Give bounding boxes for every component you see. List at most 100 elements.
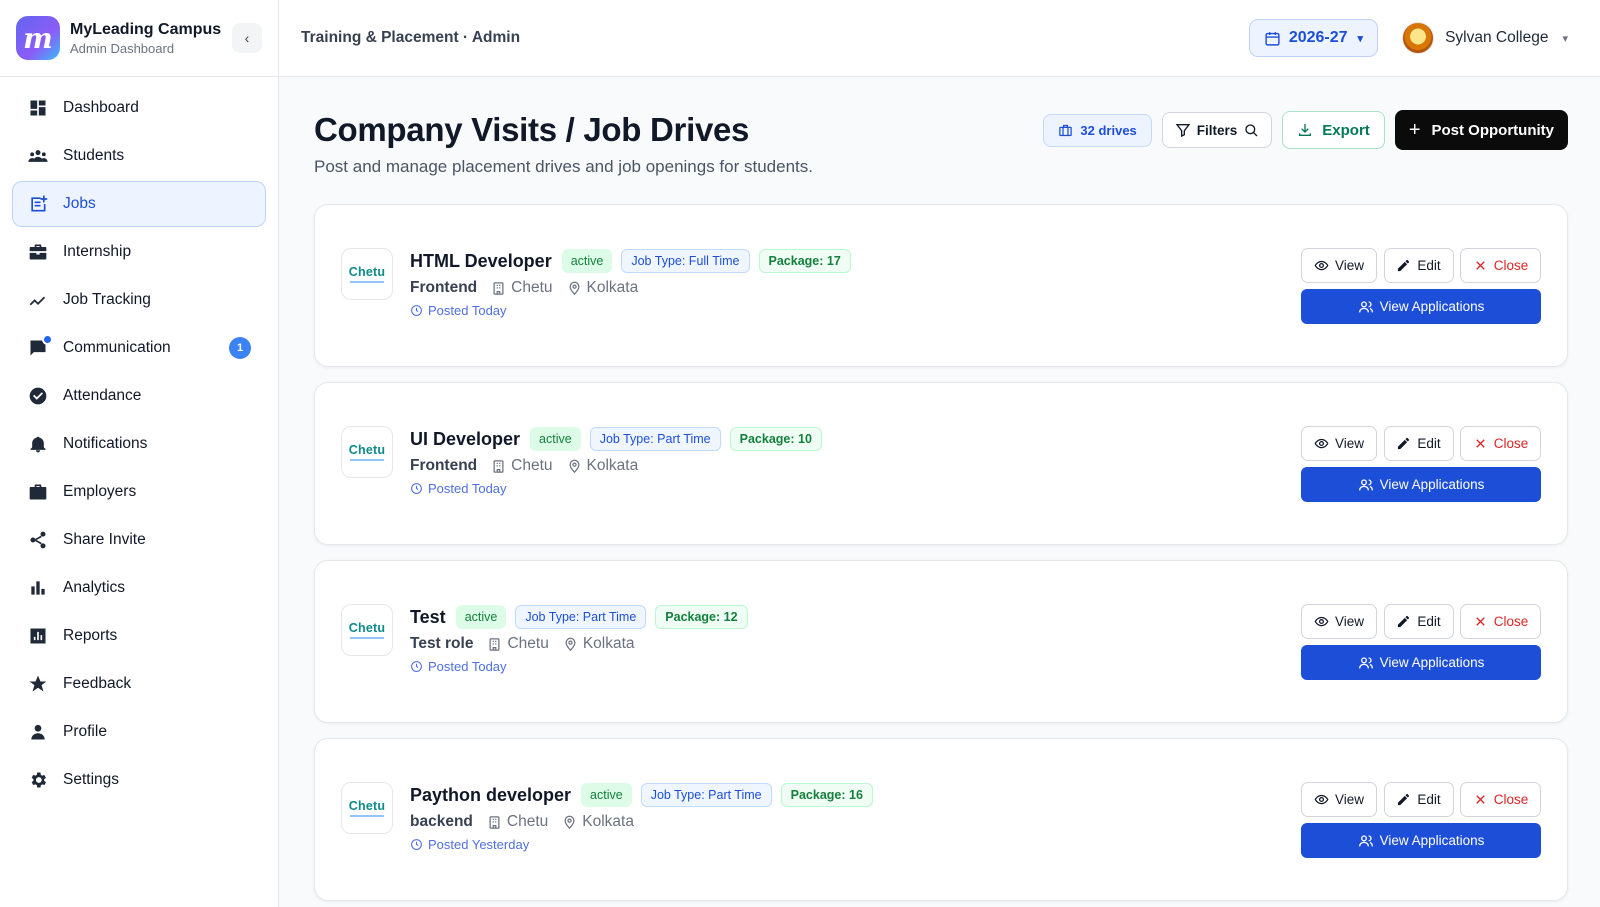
job-location: Kolkata <box>586 457 639 474</box>
job-title: Test <box>410 606 446 627</box>
company-logo: Chetu <box>341 426 393 478</box>
view-applications-button[interactable]: View Applications <box>1301 467 1541 502</box>
share-icon <box>27 529 49 551</box>
view-button[interactable]: View <box>1301 426 1377 461</box>
header-actions: 32 drives Filters Export + Post Opportun… <box>1043 110 1568 150</box>
bell-icon <box>27 433 49 455</box>
view-applications-button[interactable]: View Applications <box>1301 645 1541 680</box>
brand-subtitle: Admin Dashboard <box>70 40 175 56</box>
job-title: Paython developer <box>410 784 572 805</box>
sidebar-collapse-button[interactable]: ‹ <box>232 23 262 53</box>
status-badge: active <box>581 783 632 807</box>
view-button[interactable]: View <box>1301 604 1377 639</box>
job-type-badge: Job Type: Part Time <box>640 783 772 807</box>
drives-count: 32 drives <box>1080 122 1137 138</box>
export-button[interactable]: Export <box>1282 111 1385 149</box>
edit-button[interactable]: Edit <box>1383 604 1454 639</box>
clock-icon <box>411 661 422 672</box>
sidebar-item-settings[interactable]: Settings <box>12 757 266 803</box>
view-button[interactable]: View <box>1301 782 1377 817</box>
sidebar-item-label: Reports <box>63 627 118 644</box>
close-button[interactable]: Close <box>1460 782 1541 817</box>
eye-icon <box>1314 794 1329 805</box>
sidebar-item-feedback[interactable]: Feedback <box>12 661 266 707</box>
close-button[interactable]: Close <box>1460 426 1541 461</box>
location-pin-icon <box>564 815 575 829</box>
sidebar-item-reports[interactable]: Reports <box>12 613 266 659</box>
posted-time: Posted Today <box>428 659 507 674</box>
job-location: Kolkata <box>586 279 639 296</box>
users-icon <box>1358 656 1373 668</box>
drives-count-badge: 32 drives <box>1043 113 1152 147</box>
sidebar-item-label: Communication <box>63 339 171 356</box>
sidebar-item-dashboard[interactable]: Dashboard <box>12 85 266 131</box>
export-label: Export <box>1322 121 1370 139</box>
sidebar-item-label: Feedback <box>63 675 132 692</box>
trend-icon <box>27 289 49 311</box>
location-pin-icon <box>569 281 580 295</box>
sidebar-item-share-invite[interactable]: Share Invite <box>12 517 266 563</box>
eye-icon <box>1314 616 1329 627</box>
gear-icon <box>27 769 49 791</box>
page-subtitle: Post and manage placement drives and job… <box>314 157 813 176</box>
sidebar-item-notifications[interactable]: Notifications <box>12 421 266 467</box>
eye-icon <box>1314 260 1329 271</box>
sidebar-item-label: Profile <box>63 723 107 740</box>
person-icon <box>27 721 49 743</box>
brand-name: MyLeading Campus <box>70 20 222 38</box>
plus-icon: + <box>1408 119 1421 141</box>
post-opportunity-label: Post Opportunity <box>1431 121 1555 139</box>
posted-time: Posted Today <box>428 303 507 318</box>
view-applications-button[interactable]: View Applications <box>1301 289 1541 324</box>
edit-button[interactable]: Edit <box>1383 426 1454 461</box>
company-name: Chetu <box>511 457 553 474</box>
chevron-down-icon: ▾ <box>1562 32 1568 45</box>
edit-button[interactable]: Edit <box>1383 248 1454 283</box>
job-card: Chetu Test active Job Type: Part Time Pa… <box>314 560 1568 723</box>
college-switcher[interactable]: Sylvan College ▾ <box>1402 22 1568 54</box>
view-applications-button[interactable]: View Applications <box>1301 823 1541 858</box>
view-button[interactable]: View <box>1301 248 1377 283</box>
package-badge: Package: 10 <box>729 427 822 451</box>
job-card: Chetu Paython developer active Job Type:… <box>314 738 1568 901</box>
sidebar-item-profile[interactable]: Profile <box>12 709 266 755</box>
sidebar-item-jobs[interactable]: Jobs <box>12 181 266 227</box>
close-button[interactable]: Close <box>1460 248 1541 283</box>
job-title: UI Developer <box>410 428 521 449</box>
academic-year-select[interactable]: 2026-27 ▾ <box>1248 19 1379 57</box>
jobs-icon <box>27 193 49 215</box>
sidebar-item-communication[interactable]: Communication 1 <box>12 325 266 371</box>
posted-time: Posted Yesterday <box>428 837 530 852</box>
dashboard-icon <box>27 97 49 119</box>
sidebar-item-job-tracking[interactable]: Job Tracking <box>12 277 266 323</box>
close-button[interactable]: Close <box>1460 604 1541 639</box>
job-location: Kolkata <box>582 813 634 830</box>
eye-icon <box>1314 438 1329 449</box>
sidebar-item-students[interactable]: Students <box>12 133 266 179</box>
suitcase-icon <box>27 481 49 503</box>
sidebar-item-analytics[interactable]: Analytics <box>12 565 266 611</box>
close-icon <box>1475 439 1485 448</box>
status-badge: active <box>561 249 613 273</box>
app-logo: m <box>16 16 60 60</box>
clock-icon <box>411 305 422 316</box>
post-opportunity-button[interactable]: + Post Opportunity <box>1394 110 1568 150</box>
sidebar-item-internship[interactable]: Internship <box>12 229 266 275</box>
edit-button[interactable]: Edit <box>1383 782 1454 817</box>
company-logo: Chetu <box>341 248 393 300</box>
sidebar-item-label: Analytics <box>63 579 126 596</box>
sidebar-item-employers[interactable]: Employers <box>12 469 266 515</box>
clock-icon <box>411 483 422 494</box>
close-icon <box>1475 261 1485 270</box>
building-icon <box>493 459 504 473</box>
sidebar-item-attendance[interactable]: Attendance <box>12 373 266 419</box>
sidebar-nav: Dashboard Students Jobs Internship Job T… <box>0 77 278 803</box>
filters-button[interactable]: Filters <box>1161 112 1273 148</box>
main-content: Company Visits / Job Drives Post and man… <box>279 77 1600 907</box>
close-icon <box>1475 795 1485 804</box>
college-avatar <box>1402 22 1435 54</box>
chat-icon <box>27 334 53 359</box>
sidebar-item-label: Share Invite <box>63 531 146 548</box>
job-department: Test role <box>410 635 474 652</box>
report-icon <box>27 625 49 647</box>
